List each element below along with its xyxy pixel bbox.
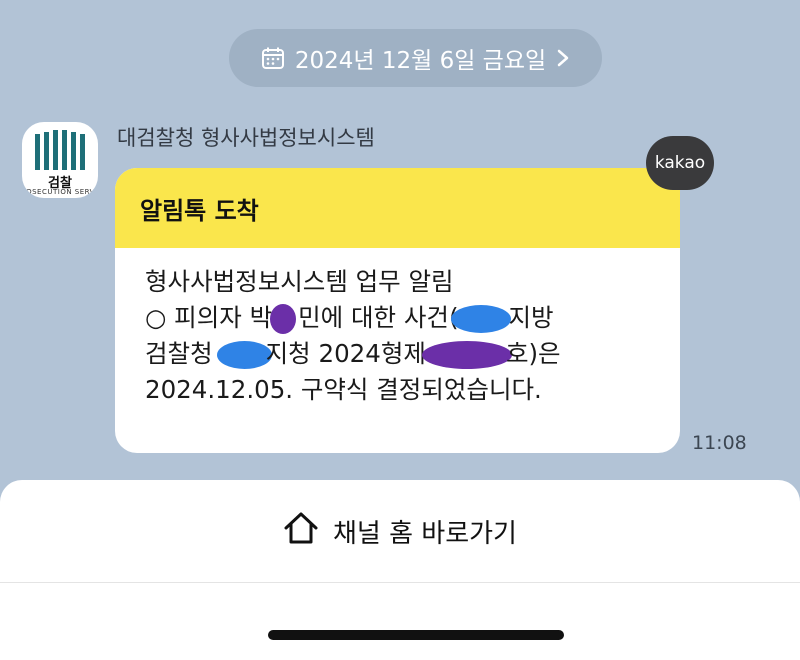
calendar-icon [261,46,285,70]
message-text: 지방 [508,303,554,332]
message-text: 형사사법정보시스템 업무 알림 [145,267,454,296]
avatar-logo-subtext: PROSECUTION SERVICE [22,188,98,196]
message-text: 호)은 [505,339,561,368]
chevron-right-icon [556,48,570,68]
channel-home-label: 채널 홈 바로가기 [333,518,517,549]
bottom-sheet: 채널 홈 바로가기 [0,480,800,660]
message-line: 형사사법정보시스템 업무 알림 [145,264,660,300]
message-line: ○ 피의자 박 민에 대한 사건( 지방 [145,300,660,336]
message-text: 민에 대한 사건( [298,303,459,332]
message-line: 검찰청 지청 2024형제 호)은 [145,336,660,372]
redaction-mark [421,341,512,369]
channel-avatar[interactable]: 검찰 PROSECUTION SERVICE [22,122,98,198]
message-line: 2024.12.05. 구약식 결정되었습니다. [145,372,660,408]
redaction-mark [270,304,297,334]
message-time: 11:08 [692,432,747,454]
channel-home-button[interactable]: 채널 홈 바로가기 [0,480,800,582]
date-pill[interactable]: 2024년 12월 6일 금요일 [229,29,602,87]
home-indicator[interactable] [268,630,564,640]
date-label: 2024년 12월 6일 금요일 [294,48,547,74]
message-bubble[interactable]: 알림톡 도착 형사사법정보시스템 업무 알림 ○ 피의자 박 민에 대한 사건( 지… [115,168,680,453]
message-text: 2024.12.05. 구약식 결정되었습니다. [145,375,542,404]
redaction-mark [450,305,511,333]
message-header: 알림톡 도착 [115,168,680,248]
home-icon [283,511,319,552]
kakao-badge: kakao [646,136,714,190]
message-body: 형사사법정보시스템 업무 알림 ○ 피의자 박 민에 대한 사건( 지방 검찰청 지청… [115,248,680,408]
message-text: ○ 피의자 박 [145,303,273,332]
sender-name: 대검찰청 형사사법정보시스템 [117,126,375,150]
divider [0,582,800,583]
message-text: 지청 2024형제 [265,339,426,368]
message-text: 검찰청 [145,339,213,368]
prosecution-logo-icon [35,130,85,170]
redaction-mark [216,341,272,369]
